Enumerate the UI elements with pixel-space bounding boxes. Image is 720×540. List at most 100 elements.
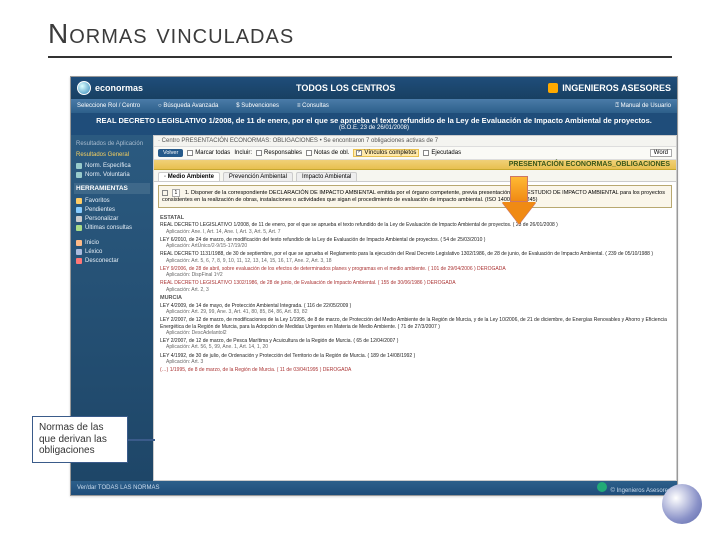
chk-ejecutadas[interactable]: Ejecutadas [423,150,461,156]
chk-label: Marcar todas [195,150,230,156]
list-item: REAL DECRETO LEGISLATIVO 1302/1986, de 2… [160,280,670,293]
tabs: ◦ Medio Ambiente Prevención Ambiental Im… [154,170,676,182]
norma-aplicacion: Aplicación: Art. 2, 3 [160,287,670,293]
norma-title: (…) 1/1995, de 8 de marzo, de la Región … [160,367,670,373]
chk-responsables[interactable]: Responsables [256,150,302,156]
sidebar-resultados-general[interactable]: Resultados General [74,150,150,160]
history-icon [76,225,82,231]
group-estatal: ESTATAL [160,215,670,222]
sidebar-item-label: Norm. Específica [85,163,131,169]
body-row: Resultados de Aplicación Resultados Gene… [71,135,677,481]
obligation-intro: 1 1. Disponer de la correspondiente DECL… [158,185,672,208]
navbar: Seleccione Rol / Centro ○ Búsqueda Avanz… [71,99,677,113]
norma-aplicacion: Aplicación: Ane. I, Art. 14, Ane. I, Art… [160,229,670,235]
doc-icon [76,172,82,178]
app-brand: econormas [95,83,143,93]
sidebar-item-label: Pendientes [85,207,115,213]
list-item: LEY 4/1992, de 30 de julio, de Ordenació… [160,353,670,366]
sidebar-desconectar[interactable]: Desconectar [74,256,150,265]
norma-aplicacion: Aplicación: Art. 3 [160,359,670,365]
annotation-box: Normas de las que derivan las obligacion… [32,416,128,463]
sidebar-item-label: Desconectar [85,258,119,264]
star-icon [76,198,82,204]
logout-icon [76,258,82,264]
checkbox-icon [356,150,362,156]
doc-title-line2: (B.O.E. 23 de 26/01/2008) [96,125,652,132]
norma-aplicacion: Aplicación: Art. 29, 99, Ane. 3, Art. 41… [160,309,670,315]
checkbox-icon [423,150,429,156]
obligation-text: 1. Disponer de la correspondiente DECLAR… [162,190,665,203]
include-label: Incluir: [234,150,252,156]
sidebar-norm-voluntaria[interactable]: Norm. Voluntaria [74,170,150,179]
list-item: LEY 2/2007, de 12 de marzo, de Pesca Mar… [160,338,670,351]
sidebar-resultados[interactable]: Resultados de Aplicación [74,139,150,149]
sidebar-item-label: Inicio [85,240,99,246]
nav-subvenciones[interactable]: $ Subvenciones [236,103,279,109]
normas-list[interactable]: ESTATAL REAL DECRETO LEGISLATIVO 1/2008,… [154,211,676,433]
sidebar-favoritos[interactable]: Favoritos [74,196,150,205]
tab-prevencion[interactable]: Prevención Ambiental [223,172,293,181]
bottom-right: © Ingenieros Asesores [611,488,671,494]
section-title: PRESENTACIÓN ECONORMAS_OBLIGACIONES [154,160,676,170]
checkbox-icon[interactable] [162,190,168,196]
norma-title: LEY 2/2007, de 12 de marzo, de modificac… [160,317,670,330]
sidebar-norm-especifica[interactable]: Norm. Específica [74,161,150,170]
gear-icon [76,216,82,222]
sidebar-pendientes[interactable]: Pendientes [74,205,150,214]
chk-label: Vínculos completos [364,150,416,156]
checkbox-icon [256,150,262,156]
chk-marcar-todas[interactable]: Marcar todas [187,150,230,156]
chk-vinculos-completos[interactable]: Vínculos completos [353,149,419,157]
norma-aplicacion: Aplicación: DescAdelantol2 [160,330,670,336]
chk-notas[interactable]: Notas de obl. [306,150,349,156]
clock-icon [76,207,82,213]
norma-aplicacion: Aplicación: ArtÚnico/2-9/15-17/19/20 [160,243,670,249]
paragraph-badge: 1 [172,189,181,197]
norma-aplicacion: Aplicación: Art. 56, 5, 99, Ane. 1, Art.… [160,344,670,350]
title-rule [48,56,672,58]
sidebar-personalizar[interactable]: Personalizar [74,214,150,223]
book-icon [76,249,82,255]
back-button[interactable]: Volver [158,149,183,157]
checkbox-icon [187,150,193,156]
sidebar-item-label: Norm. Voluntaria [85,172,130,178]
right-brand-text: INGENIEROS ASESORES [562,83,671,93]
nav-busqueda[interactable]: ○ Búsqueda Avanzada [158,103,218,109]
tab-medio-ambiente[interactable]: ◦ Medio Ambiente [158,172,220,181]
list-item: REAL DECRETO 1131/1988, de 30 de septiem… [160,251,670,264]
excel-icon[interactable] [597,482,607,492]
sidebar-inicio[interactable]: Inicio [74,238,150,247]
group-murcia: MURCIA [160,295,670,302]
right-brand: INGENIEROS ASESORES [548,83,671,93]
breadcrumb: · Centro PRESENTACIÓN ECONORMAS: OBLIGAC… [154,136,676,147]
ia-icon [548,83,558,93]
list-item: LEY 4/2009, de 14 de mayo, de Protección… [160,303,670,316]
document-titlebar: REAL DECRETO LEGISLATIVO 1/2008, de 11 d… [71,113,677,135]
arrow-stem [510,176,528,202]
sidebar-lexico[interactable]: Léxico [74,247,150,256]
sidebar-item-label: Personalizar [85,216,118,222]
export-select[interactable]: Word [650,149,672,157]
topbar: econormas TODOS LOS CENTROS INGENIEROS A… [71,77,677,99]
nav-rol[interactable]: Seleccione Rol / Centro [77,103,140,109]
nav-manual[interactable]: ⍰ Manual de Usuario [615,103,671,110]
arrow-callout [502,176,536,224]
bottom-left[interactable]: Ver/dar TODAS LAS NORMAS [77,485,159,491]
list-item: LEY 6/2010, de 24 de marzo, de modificac… [160,237,670,250]
globe-icon [77,81,91,95]
app-logo: econormas [77,81,143,95]
sidebar-item-label: Favoritos [85,198,110,204]
norma-title: REAL DECRETO 1131/1988, de 30 de septiem… [160,251,670,257]
norma-aplicacion: Aplicación: Art. 5, 6, 7, 8, 9, 10, 11, … [160,258,670,264]
sidebar-ultimas[interactable]: Últimas consultas [74,223,150,232]
chk-label: Responsables [264,150,302,156]
tab-impacto[interactable]: Impacto Ambiental [296,172,357,181]
doc-title-line1: REAL DECRETO LEGISLATIVO 1/2008, de 11 d… [96,116,652,125]
arrow-head-icon [502,202,536,224]
list-item: (…) 1/1995, de 8 de marzo, de la Región … [160,367,670,373]
doc-icon [76,163,82,169]
list-item: LEY 9/2006, de 28 de abril, sobre evalua… [160,266,670,279]
list-item: REAL DECRETO LEGISLATIVO 1/2008, de 11 d… [160,222,670,235]
chk-label: Notas de obl. [314,150,349,156]
nav-consultas[interactable]: ≡ Consultas [297,103,329,109]
